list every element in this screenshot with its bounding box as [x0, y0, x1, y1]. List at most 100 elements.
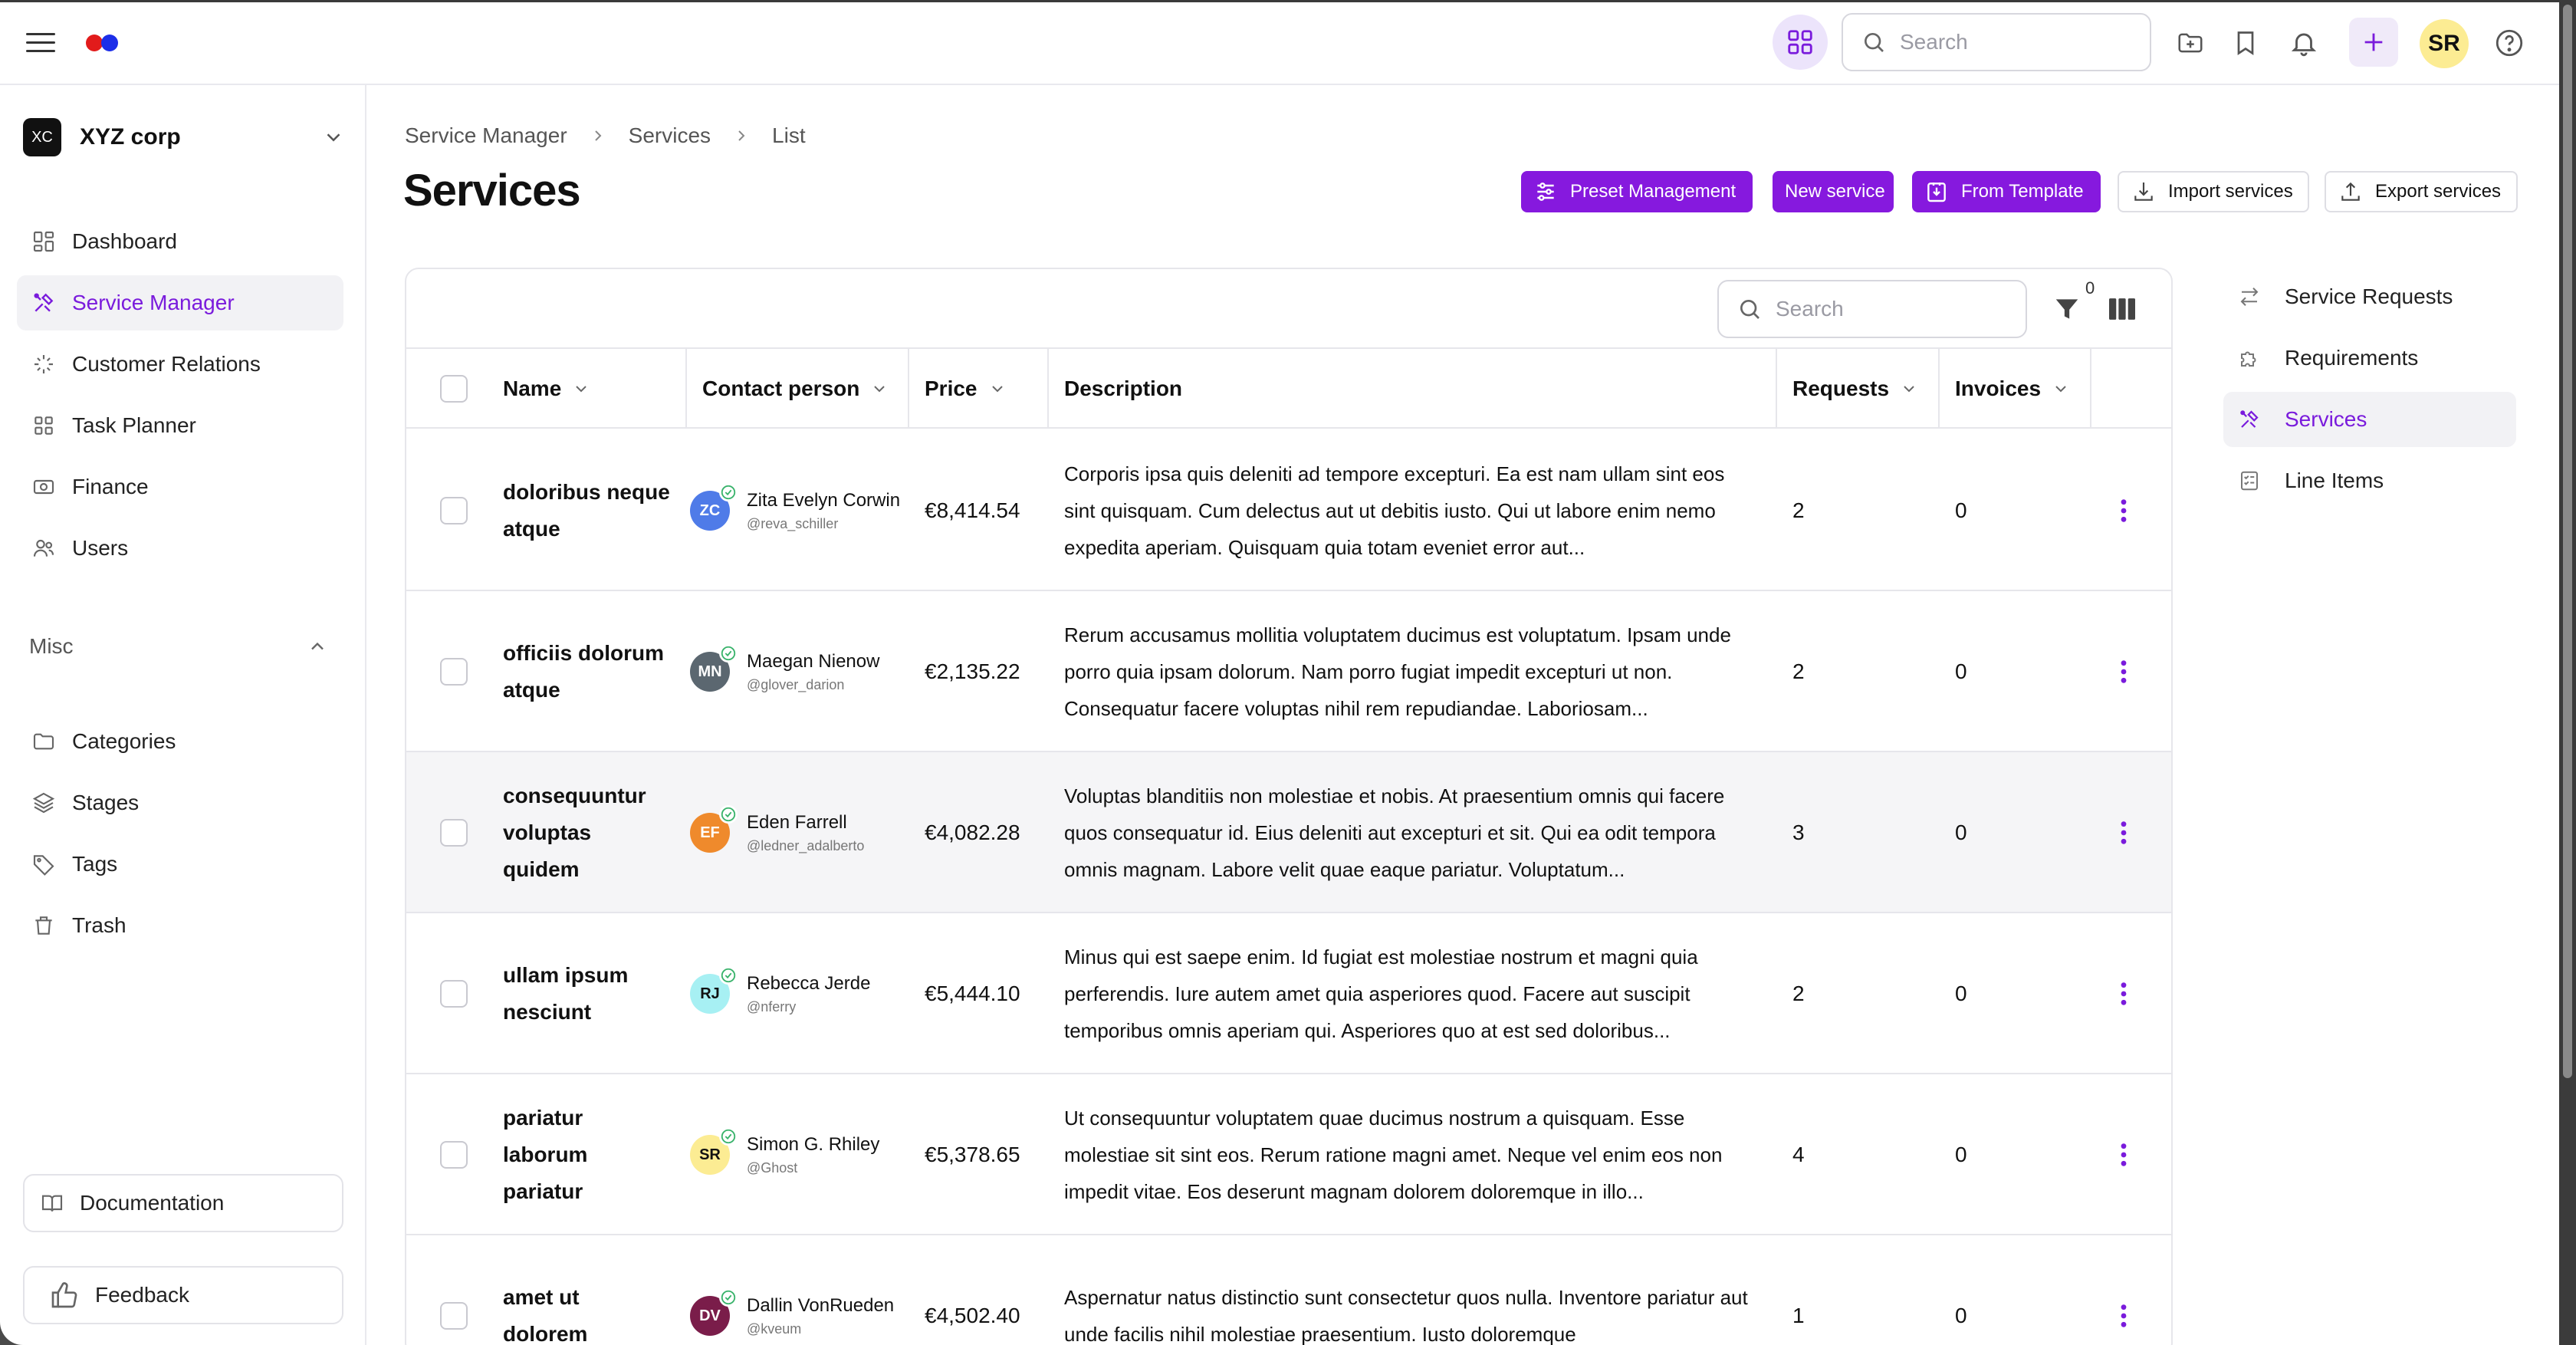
columns-button[interactable] [2105, 294, 2139, 324]
service-name[interactable]: pariatur laborum pariatur [503, 1074, 702, 1235]
chevron-down-icon [1900, 380, 1918, 398]
contact-person[interactable]: DV Dallin VonRueden @kveum [690, 1235, 920, 1345]
layers-icon [31, 790, 57, 816]
new-folder-button[interactable] [2173, 25, 2208, 61]
contact-person[interactable]: MN Maegan Nienow @glover_darion [690, 591, 920, 752]
sidebar-item-service-manager[interactable]: Service Manager [17, 275, 343, 330]
feedback-button[interactable]: Feedback [23, 1266, 343, 1324]
row-checkbox[interactable] [440, 497, 468, 525]
help-button[interactable] [2492, 25, 2527, 61]
kebab-menu-icon [2121, 821, 2127, 844]
org-name: XYZ corp [80, 124, 181, 150]
sidebar-item-label: Categories [72, 729, 176, 753]
sidebar-item-task-planner[interactable]: Task Planner [17, 398, 343, 453]
contact-name: Rebecca Jerde [747, 972, 871, 994]
breadcrumb-service-manager[interactable]: Service Manager [405, 123, 567, 148]
import-services-button[interactable]: Import services [2118, 171, 2309, 212]
service-price: €4,082.28 [925, 820, 1020, 844]
table-row[interactable]: pariatur laborum pariatur SR Simon G. Rhil… [406, 1074, 2171, 1235]
sidebar-item-label: Stages [72, 791, 140, 814]
scrollbar-thumb[interactable] [2563, 5, 2572, 1078]
service-name-line: officiis dolorum [503, 641, 664, 665]
column-name[interactable]: Name [503, 349, 590, 429]
user-avatar[interactable]: SR [2420, 19, 2469, 68]
documentation-button[interactable]: Documentation [23, 1174, 343, 1232]
service-name[interactable]: officiis dolorum atque [503, 591, 702, 752]
contact-person[interactable]: EF Eden Farrell @ledner_adalberto [690, 752, 920, 913]
row-checkbox[interactable] [440, 1141, 468, 1169]
row-actions-button[interactable] [2108, 591, 2139, 752]
row-actions-button[interactable] [2108, 1235, 2139, 1345]
row-checkbox[interactable] [440, 819, 468, 847]
service-name-line: dolorem [503, 1322, 588, 1345]
table-row[interactable]: officiis dolorum atque MN Maegan Nienow @… [406, 591, 2171, 752]
table-row[interactable]: ullam ipsum nesciunt RJ Rebecca Jerde @nf… [406, 913, 2171, 1074]
column-price[interactable]: Price [908, 349, 1046, 429]
thumbs-up-icon [49, 1280, 80, 1310]
service-price: €4,502.40 [925, 1304, 1020, 1327]
subnav-item-service-requests[interactable]: Service Requests [2223, 269, 2516, 324]
row-checkbox[interactable] [440, 980, 468, 1008]
contact-person[interactable]: SR Simon G. Rhiley @Ghost [690, 1074, 920, 1235]
column-requests[interactable]: Requests [1776, 349, 1938, 429]
global-search-input[interactable] [1900, 30, 2130, 54]
new-service-button[interactable]: New service [1773, 171, 1894, 212]
preset-management-button[interactable]: Preset Management [1521, 171, 1753, 212]
menu-icon[interactable] [26, 33, 55, 53]
service-description: Ut consequuntur voluptatem quae ducimus … [1064, 1074, 1754, 1235]
service-price: €5,378.65 [925, 1143, 1020, 1166]
book-icon [40, 1191, 64, 1215]
service-description: Minus qui est saepe enim. Id fugiat est … [1064, 913, 1754, 1074]
app-logo[interactable] [86, 35, 123, 51]
sidebar-item-dashboard[interactable]: Dashboard [17, 214, 343, 269]
subnav-item-services[interactable]: Services [2223, 392, 2516, 447]
export-services-button[interactable]: Export services [2325, 171, 2518, 212]
create-button[interactable] [2349, 18, 2398, 67]
column-contact-person[interactable]: Contact person [685, 349, 908, 429]
row-actions-button[interactable] [2108, 1074, 2139, 1235]
table-search-input[interactable] [1776, 297, 2006, 321]
row-actions-button[interactable] [2108, 752, 2139, 913]
sidebar-item-tags[interactable]: Tags [17, 837, 343, 892]
contact-handle: @reva_schiller [747, 515, 839, 531]
table-search[interactable] [1717, 280, 2027, 338]
notifications-button[interactable] [2286, 25, 2321, 61]
sidebar-item-categories[interactable]: Categories [17, 714, 343, 769]
verified-check-icon [719, 805, 738, 824]
from-template-label: From Template [1961, 181, 2084, 202]
table-row[interactable]: consequuntur voluptas quidem EF Eden Farre… [406, 752, 2171, 913]
filter-button[interactable] [2050, 292, 2084, 326]
service-name[interactable]: ullam ipsum nesciunt [503, 913, 702, 1074]
bookmark-button[interactable] [2228, 25, 2263, 61]
sidebar-item-finance[interactable]: Finance [17, 459, 343, 515]
table-row[interactable]: doloribus neque atque ZC Zita Evelyn Corw… [406, 430, 2171, 591]
service-name[interactable]: amet ut dolorem [503, 1235, 702, 1345]
service-name[interactable]: doloribus neque atque [503, 430, 702, 591]
service-name-line: atque [503, 678, 560, 702]
breadcrumb-services[interactable]: Services [629, 123, 711, 148]
service-name[interactable]: consequuntur voluptas quidem [503, 752, 702, 913]
row-actions-button[interactable] [2108, 913, 2139, 1074]
sidebar-item-trash[interactable]: Trash [17, 898, 343, 953]
org-switcher[interactable]: XC XYZ corp [23, 116, 345, 159]
sidebar-item-customer-relations[interactable]: Customer Relations [17, 337, 343, 392]
misc-section-toggle[interactable]: Misc [29, 634, 328, 659]
table-row[interactable]: amet ut dolorem DV Dallin VonRueden @kveu… [406, 1235, 2171, 1345]
apps-grid-button[interactable] [1773, 15, 1828, 70]
select-all-checkbox[interactable] [440, 375, 468, 403]
subnav-item-requirements[interactable]: Requirements [2223, 330, 2516, 386]
row-checkbox[interactable] [440, 1302, 468, 1330]
subnav-item-line-items[interactable]: Line Items [2223, 453, 2516, 508]
row-actions-button[interactable] [2108, 430, 2139, 591]
from-template-button[interactable]: From Template [1912, 171, 2101, 212]
row-checkbox[interactable] [440, 658, 468, 686]
service-description-text: Corporis ipsa quis deleniti ad tempore e… [1064, 462, 1725, 559]
contact-person[interactable]: RJ Rebecca Jerde @nferry [690, 913, 920, 1074]
column-invoices[interactable]: Invoices [1938, 349, 2090, 429]
sidebar-item-users[interactable]: Users [17, 521, 343, 576]
service-description: Rerum accusamus mollitia voluptatem duci… [1064, 591, 1754, 752]
global-search[interactable] [1842, 13, 2151, 71]
sidebar-item-stages[interactable]: Stages [17, 775, 343, 830]
window-scrollbar[interactable] [2559, 0, 2576, 1345]
contact-person[interactable]: ZC Zita Evelyn Corwin @reva_schiller [690, 430, 920, 591]
